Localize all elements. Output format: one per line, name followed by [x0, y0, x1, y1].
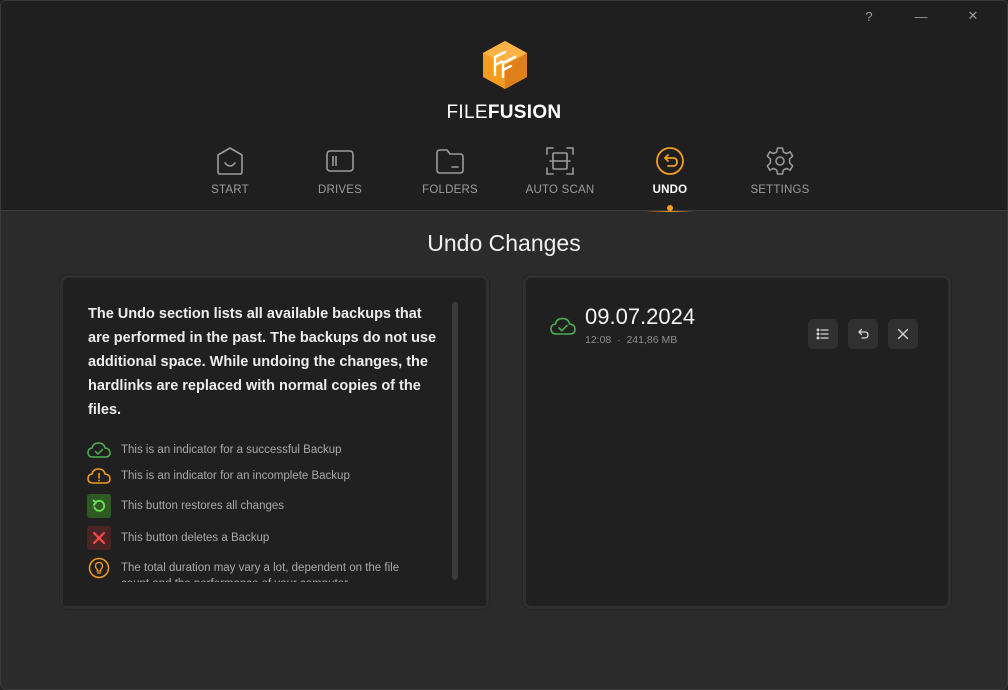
- tab-auto-scan-label: AUTO SCAN: [525, 184, 595, 196]
- tab-folders[interactable]: FOLDERS: [395, 145, 505, 211]
- tab-start[interactable]: START: [175, 145, 285, 211]
- scan-icon: [546, 147, 574, 175]
- cloud-warning-icon: [87, 464, 111, 488]
- home-icon: [217, 147, 243, 175]
- legend-item: This is an indicator for a successful Ba…: [87, 438, 427, 464]
- legend-text: This button restores all changes: [121, 500, 285, 512]
- restore-backup-button[interactable]: [848, 319, 878, 349]
- cloud-check-icon: [550, 317, 576, 335]
- legend-item: This is an indicator for an incomplete B…: [87, 464, 427, 494]
- tab-start-label: START: [211, 184, 249, 196]
- backup-date: 09.07.2024: [585, 304, 696, 329]
- app-window: ? — ✕ FILEFUSION START DRIVES FOLDERS AU…: [0, 0, 1008, 690]
- tab-settings[interactable]: SETTINGS: [725, 145, 835, 211]
- restore-icon: [87, 494, 111, 518]
- minimize-button[interactable]: —: [895, 5, 947, 27]
- close-icon: [897, 328, 909, 340]
- app-title: FILEFUSION: [1, 102, 1007, 124]
- backup-size: 241,86 MB: [626, 334, 678, 346]
- delete-icon: [87, 526, 111, 550]
- legend-item: This button deletes a Backup: [87, 526, 427, 556]
- delete-backup-button[interactable]: [888, 319, 918, 349]
- info-scrollbar[interactable]: [452, 302, 458, 580]
- legend-text: This is an indicator for an incomplete B…: [121, 470, 350, 482]
- app-title-part1: FILE: [446, 102, 488, 123]
- info-description: The Undo section lists all available bac…: [88, 306, 437, 418]
- active-tab-underline: [645, 211, 695, 212]
- cloud-check-icon: [87, 438, 111, 462]
- info-panel: The Undo section lists all available bac…: [60, 275, 489, 609]
- tab-undo-label: UNDO: [652, 184, 688, 196]
- list-icon: [816, 328, 829, 340]
- backup-time: 12:08: [585, 334, 612, 346]
- backup-meta: 12:08 · 241,86 MB: [585, 334, 677, 346]
- tab-undo[interactable]: UNDO: [615, 145, 725, 212]
- close-window-button[interactable]: ✕: [947, 5, 999, 27]
- undo-icon: [656, 147, 684, 175]
- tab-folders-label: FOLDERS: [422, 184, 478, 196]
- app-title-part2: FUSION: [487, 102, 562, 123]
- tab-drives-label: DRIVES: [317, 184, 363, 196]
- page-title: Undo Changes: [427, 230, 581, 256]
- filefusion-logo-icon: [483, 41, 527, 89]
- legend-text: This is an indicator for a successful Ba…: [121, 444, 342, 456]
- header: ? — ✕ FILEFUSION START DRIVES FOLDERS AU…: [1, 1, 1007, 212]
- window-controls: ? — ✕: [843, 5, 999, 27]
- main-nav: START DRIVES FOLDERS AUTO SCAN UNDO SETT…: [175, 145, 835, 212]
- backup-details-button[interactable]: [808, 319, 838, 349]
- lightbulb-icon: [87, 556, 111, 580]
- legend-fade: [63, 582, 486, 606]
- tab-auto-scan[interactable]: AUTO SCAN: [505, 145, 615, 211]
- drive-icon: [326, 150, 354, 172]
- tab-settings-label: SETTINGS: [750, 184, 810, 196]
- gear-icon: [766, 147, 794, 175]
- legend-item: This button restores all changes: [87, 494, 427, 526]
- folder-icon: [436, 149, 464, 174]
- backups-panel: 09.07.2024 12:08 · 241,86 MB: [523, 275, 951, 609]
- undo-arrow-icon: [858, 328, 869, 339]
- legend: This is an indicator for a successful Ba…: [87, 438, 427, 596]
- meta-separator: ·: [614, 334, 627, 346]
- help-button[interactable]: ?: [843, 5, 895, 27]
- tab-drives[interactable]: DRIVES: [285, 145, 395, 211]
- legend-text: This button deletes a Backup: [121, 532, 270, 544]
- backup-row: 09.07.2024 12:08 · 241,86 MB: [550, 304, 920, 350]
